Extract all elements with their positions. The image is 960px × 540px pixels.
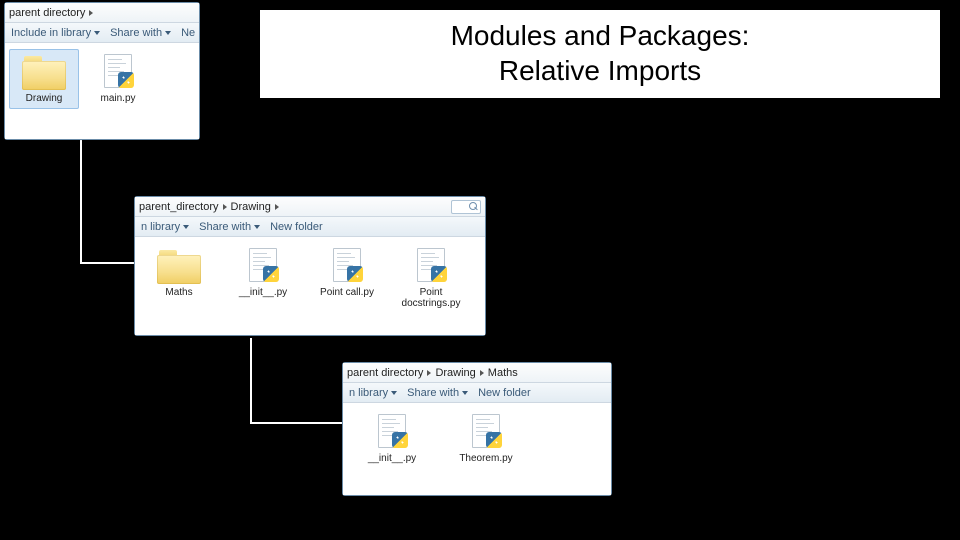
share-with-button[interactable]: Share with <box>407 387 468 399</box>
item-label: Drawing <box>26 93 63 104</box>
breadcrumb-segment[interactable]: parent directory <box>347 367 423 379</box>
title-line-2: Relative Imports <box>499 55 701 86</box>
file-list: __init__.py Theorem.py <box>343 403 611 495</box>
item-label: Point docstrings.py <box>394 287 468 309</box>
breadcrumb-segment[interactable]: parent directory <box>9 7 85 19</box>
connector-line <box>80 140 82 264</box>
chevron-right-icon <box>275 204 279 210</box>
item-label: main.py <box>100 93 135 104</box>
search-icon <box>469 202 478 211</box>
breadcrumb-segment[interactable]: Maths <box>488 367 518 379</box>
chevron-down-icon <box>254 225 260 229</box>
explorer-window-maths: parent directory Drawing Maths n library… <box>342 362 612 496</box>
folder-item-drawing[interactable]: Drawing <box>9 49 79 109</box>
connector-line <box>250 422 342 424</box>
explorer-window-parent: parent directory Include in library Shar… <box>4 2 200 140</box>
include-in-library-button[interactable]: n library <box>349 387 397 399</box>
breadcrumb[interactable]: parent directory Drawing Maths <box>347 367 607 379</box>
file-item-main-py[interactable]: main.py <box>83 49 153 109</box>
chevron-right-icon <box>427 370 431 376</box>
item-label: Theorem.py <box>459 453 512 464</box>
slide-title: Modules and Packages: Relative Imports <box>260 10 940 98</box>
breadcrumb-segment[interactable]: parent_directory <box>139 201 219 213</box>
python-file-icon <box>413 248 449 284</box>
file-item-init-py[interactable]: __init__.py <box>223 243 303 314</box>
search-input[interactable] <box>451 200 481 214</box>
chevron-down-icon <box>165 31 171 35</box>
file-item-init-py[interactable]: __init__.py <box>347 409 437 469</box>
folder-item-maths[interactable]: Maths <box>139 243 219 314</box>
new-folder-button[interactable]: New folder <box>478 387 531 399</box>
toolbar: Include in library Share with Ne <box>5 23 199 43</box>
connector-line <box>80 262 134 264</box>
address-bar[interactable]: parent_directory Drawing <box>135 197 485 217</box>
toolbar: n library Share with New folder <box>135 217 485 237</box>
item-label: Maths <box>165 287 192 298</box>
connector-line <box>250 338 252 424</box>
include-in-library-button[interactable]: n library <box>141 221 189 233</box>
breadcrumb[interactable]: parent directory <box>9 7 195 19</box>
address-bar[interactable]: parent directory <box>5 3 199 23</box>
toolbar: n library Share with New folder <box>343 383 611 403</box>
file-item-theorem-py[interactable]: Theorem.py <box>441 409 531 469</box>
item-label: Point call.py <box>320 287 374 298</box>
python-file-icon <box>329 248 365 284</box>
chevron-down-icon <box>391 391 397 395</box>
chevron-down-icon <box>462 391 468 395</box>
python-file-icon <box>100 54 136 90</box>
item-label: __init__.py <box>239 287 287 298</box>
item-label: __init__.py <box>368 453 416 464</box>
python-file-icon <box>468 414 504 450</box>
file-item-point-call-py[interactable]: Point call.py <box>307 243 387 314</box>
breadcrumb-segment[interactable]: Drawing <box>231 201 271 213</box>
new-folder-button[interactable]: Ne <box>181 27 195 39</box>
chevron-right-icon <box>480 370 484 376</box>
chevron-down-icon <box>94 31 100 35</box>
file-list: Drawing main.py <box>5 43 199 139</box>
file-item-point-docstrings-py[interactable]: Point docstrings.py <box>391 243 471 314</box>
title-line-1: Modules and Packages: <box>451 20 750 51</box>
breadcrumb[interactable]: parent_directory Drawing <box>139 201 449 213</box>
chevron-right-icon <box>89 10 93 16</box>
chevron-right-icon <box>223 204 227 210</box>
python-file-icon <box>374 414 410 450</box>
share-with-button[interactable]: Share with <box>110 27 171 39</box>
folder-icon <box>157 248 201 284</box>
address-bar[interactable]: parent directory Drawing Maths <box>343 363 611 383</box>
breadcrumb-segment[interactable]: Drawing <box>435 367 475 379</box>
explorer-window-drawing: parent_directory Drawing n library Share… <box>134 196 486 336</box>
new-folder-button[interactable]: New folder <box>270 221 323 233</box>
python-file-icon <box>245 248 281 284</box>
share-with-button[interactable]: Share with <box>199 221 260 233</box>
chevron-down-icon <box>183 225 189 229</box>
include-in-library-button[interactable]: Include in library <box>11 27 100 39</box>
folder-icon <box>22 54 66 90</box>
file-list: Maths __init__.py Point call.py Point do… <box>135 237 485 335</box>
